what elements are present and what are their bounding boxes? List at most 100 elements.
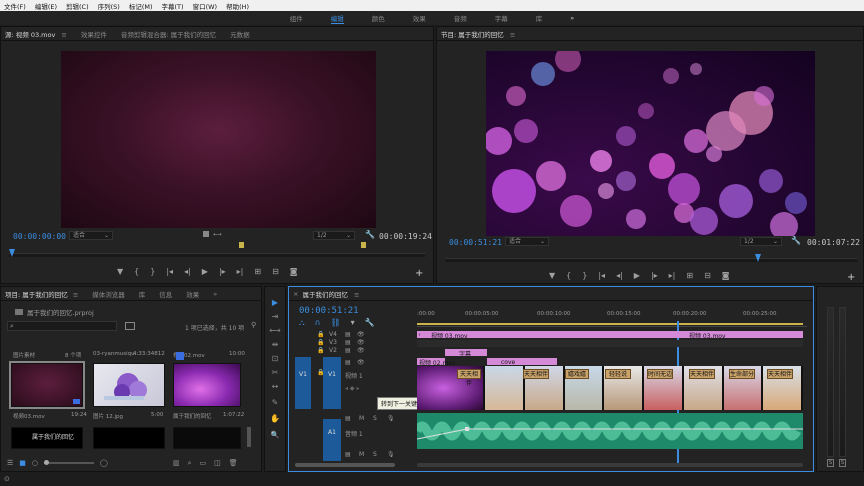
eye-icon[interactable]: 👁 (357, 359, 365, 366)
step-forward-icon[interactable]: |▸ (651, 271, 658, 280)
workspace-titles[interactable]: 字幕 (495, 13, 508, 23)
workspace-color[interactable]: 颜色 (372, 13, 385, 23)
clip-v1-label[interactable]: 视频 02.mov (417, 358, 456, 367)
source-timeline-ruler[interactable] (9, 253, 425, 257)
step-forward-icon[interactable]: |▸ (219, 267, 226, 276)
tab-metadata[interactable]: 元数据 (230, 29, 250, 39)
clip-v4-a[interactable]: ᶠ 视频 03.mov (417, 331, 675, 340)
snap-icon[interactable]: ∩ (315, 318, 321, 328)
play-icon[interactable]: ▶ (202, 267, 208, 276)
source-timecode-in[interactable]: 00:00:00:00 (13, 232, 66, 241)
find-icon[interactable]: ⚲ (251, 321, 256, 329)
mark-out-icon[interactable]: } (582, 271, 587, 280)
eye-icon[interactable]: 👁 (357, 347, 365, 354)
safe-margin-icon[interactable] (203, 231, 209, 237)
sync-lock-icon[interactable]: ▤ (345, 415, 351, 422)
timeline-ruler[interactable]: :00:00 00:00:05:00 00:00:10:00 00:00:15:… (417, 309, 807, 327)
menu-clip[interactable]: 剪辑(C) (66, 1, 89, 11)
track-row-v3[interactable] (417, 340, 803, 347)
zoom-slider[interactable] (44, 460, 95, 465)
sync-lock-icon[interactable]: ▤ (345, 347, 351, 354)
title-card[interactable]: 生命部分 (729, 369, 755, 379)
close-icon[interactable]: × (293, 290, 298, 298)
workspace-editing[interactable]: 编辑 (330, 13, 344, 24)
workspace-assembly[interactable]: 组件 (290, 13, 303, 23)
extract-icon[interactable]: ⊟ (704, 271, 711, 280)
find-icon[interactable]: ⌕ (188, 459, 192, 468)
title-card[interactable]: 嬉戏嬉 (565, 369, 589, 379)
add-button-icon[interactable]: + (847, 272, 855, 283)
timeline-zoom-scrollbar[interactable] (417, 463, 803, 467)
track-target-v1[interactable]: V1 (323, 357, 341, 409)
solo-button[interactable]: S (827, 459, 834, 467)
zoom-tool-icon[interactable]: 🔍 (269, 429, 281, 441)
in-marker-icon[interactable] (239, 242, 244, 248)
project-item-thumbnail[interactable] (173, 427, 241, 449)
panel-menu-icon[interactable]: ≡ (73, 291, 78, 299)
workspace-effects[interactable]: 效果 (413, 13, 426, 23)
solo-button[interactable]: S (839, 459, 846, 467)
razor-tool-icon[interactable]: ✂ (269, 367, 281, 379)
overwrite-icon[interactable]: ⊟ (272, 267, 279, 276)
lock-icon[interactable]: 🔒 (317, 331, 324, 338)
track-select-tool-icon[interactable]: ⇥ (269, 311, 281, 323)
menu-file[interactable]: 文件(F) (4, 1, 26, 11)
tab-source[interactable]: 源: 视频 03.mov ≡ (5, 29, 67, 39)
nest-icon[interactable]: ⛬ (299, 318, 305, 328)
panel-menu-icon[interactable]: ≡ (61, 31, 66, 39)
solo-button[interactable]: S (373, 451, 377, 458)
zoom-in-icon[interactable]: ◯ (100, 459, 108, 467)
out-marker-icon[interactable] (361, 242, 366, 248)
export-frame-icon[interactable]: ◙ (290, 267, 298, 276)
new-bin-icon[interactable]: ▭ (200, 459, 207, 468)
source-fit-dropdown[interactable]: 适合 ⌄ (69, 231, 113, 240)
tab-effects[interactable]: 效果 (186, 289, 199, 299)
rate-stretch-tool-icon[interactable]: ⊡ (269, 353, 281, 365)
menu-sequence[interactable]: 序列(S) (98, 1, 120, 11)
sync-lock-icon[interactable]: ▤ (345, 339, 351, 346)
microphone-icon[interactable]: 🎙 (387, 451, 395, 458)
title-card[interactable]: 天天相伴 (689, 369, 715, 379)
search-input[interactable]: ⌕ (7, 321, 117, 331)
pen-tool-icon[interactable]: ✎ (269, 397, 281, 409)
timeline-timecode[interactable]: 00:00:51:21 (299, 306, 359, 316)
project-item-thumbnail[interactable] (93, 427, 165, 449)
lock-icon[interactable]: 🔒 (317, 369, 324, 376)
project-item-thumbnail[interactable] (9, 361, 85, 409)
play-icon[interactable]: ▶ (634, 271, 640, 280)
icon-view-icon[interactable]: ■ (19, 459, 26, 467)
project-item-thumbnail[interactable]: 属于我们的回忆 (11, 427, 83, 449)
workspace-more-icon[interactable]: » (570, 14, 574, 22)
menu-marker[interactable]: 标记(M) (129, 1, 153, 11)
tab-sequence[interactable]: 属于我们的回忆 ≡ (302, 289, 359, 299)
new-item-icon[interactable]: ◫ (214, 459, 221, 468)
scrollbar[interactable] (247, 427, 251, 447)
tab-info[interactable]: 信息 (159, 289, 172, 299)
workspace-libraries[interactable]: 库 (536, 13, 543, 23)
title-card[interactable]: 天天相伴 (523, 369, 549, 379)
clip-v4-b[interactable]: 视频 03.mov (675, 331, 803, 340)
program-fit-dropdown[interactable]: 适合 ⌄ (505, 237, 549, 246)
eye-icon[interactable]: 👁 (357, 331, 365, 338)
lock-icon[interactable]: 🔒 (317, 339, 324, 346)
go-to-out-icon[interactable]: ▸| (237, 267, 244, 276)
mark-in-icon[interactable]: { (134, 267, 139, 276)
mark-in-icon[interactable]: { (566, 271, 571, 280)
zoom-out-icon[interactable]: ○ (32, 459, 38, 467)
mark-out-icon[interactable]: } (150, 267, 155, 276)
menu-title[interactable]: 字幕(T) (162, 1, 184, 11)
wrench-icon[interactable]: 🔧 (365, 318, 375, 328)
slip-tool-icon[interactable]: ↔ (269, 381, 281, 393)
title-card[interactable]: 时间无边 (647, 369, 673, 379)
workspace-audio[interactable]: 音频 (454, 13, 467, 23)
go-to-in-icon[interactable]: |◂ (598, 271, 605, 280)
lift-icon[interactable]: ⊞ (686, 271, 693, 280)
lock-icon[interactable]: 🔒 (317, 347, 324, 354)
tab-libraries[interactable]: 库 (139, 289, 146, 299)
sync-lock-icon[interactable]: ▤ (345, 451, 351, 458)
new-bin-icon[interactable] (125, 322, 135, 330)
tab-effect-controls[interactable]: 效果控件 (81, 29, 107, 39)
menu-edit[interactable]: 编辑(E) (35, 1, 57, 11)
menu-window[interactable]: 窗口(W) (193, 1, 218, 11)
project-item-thumbnail[interactable] (93, 363, 165, 407)
